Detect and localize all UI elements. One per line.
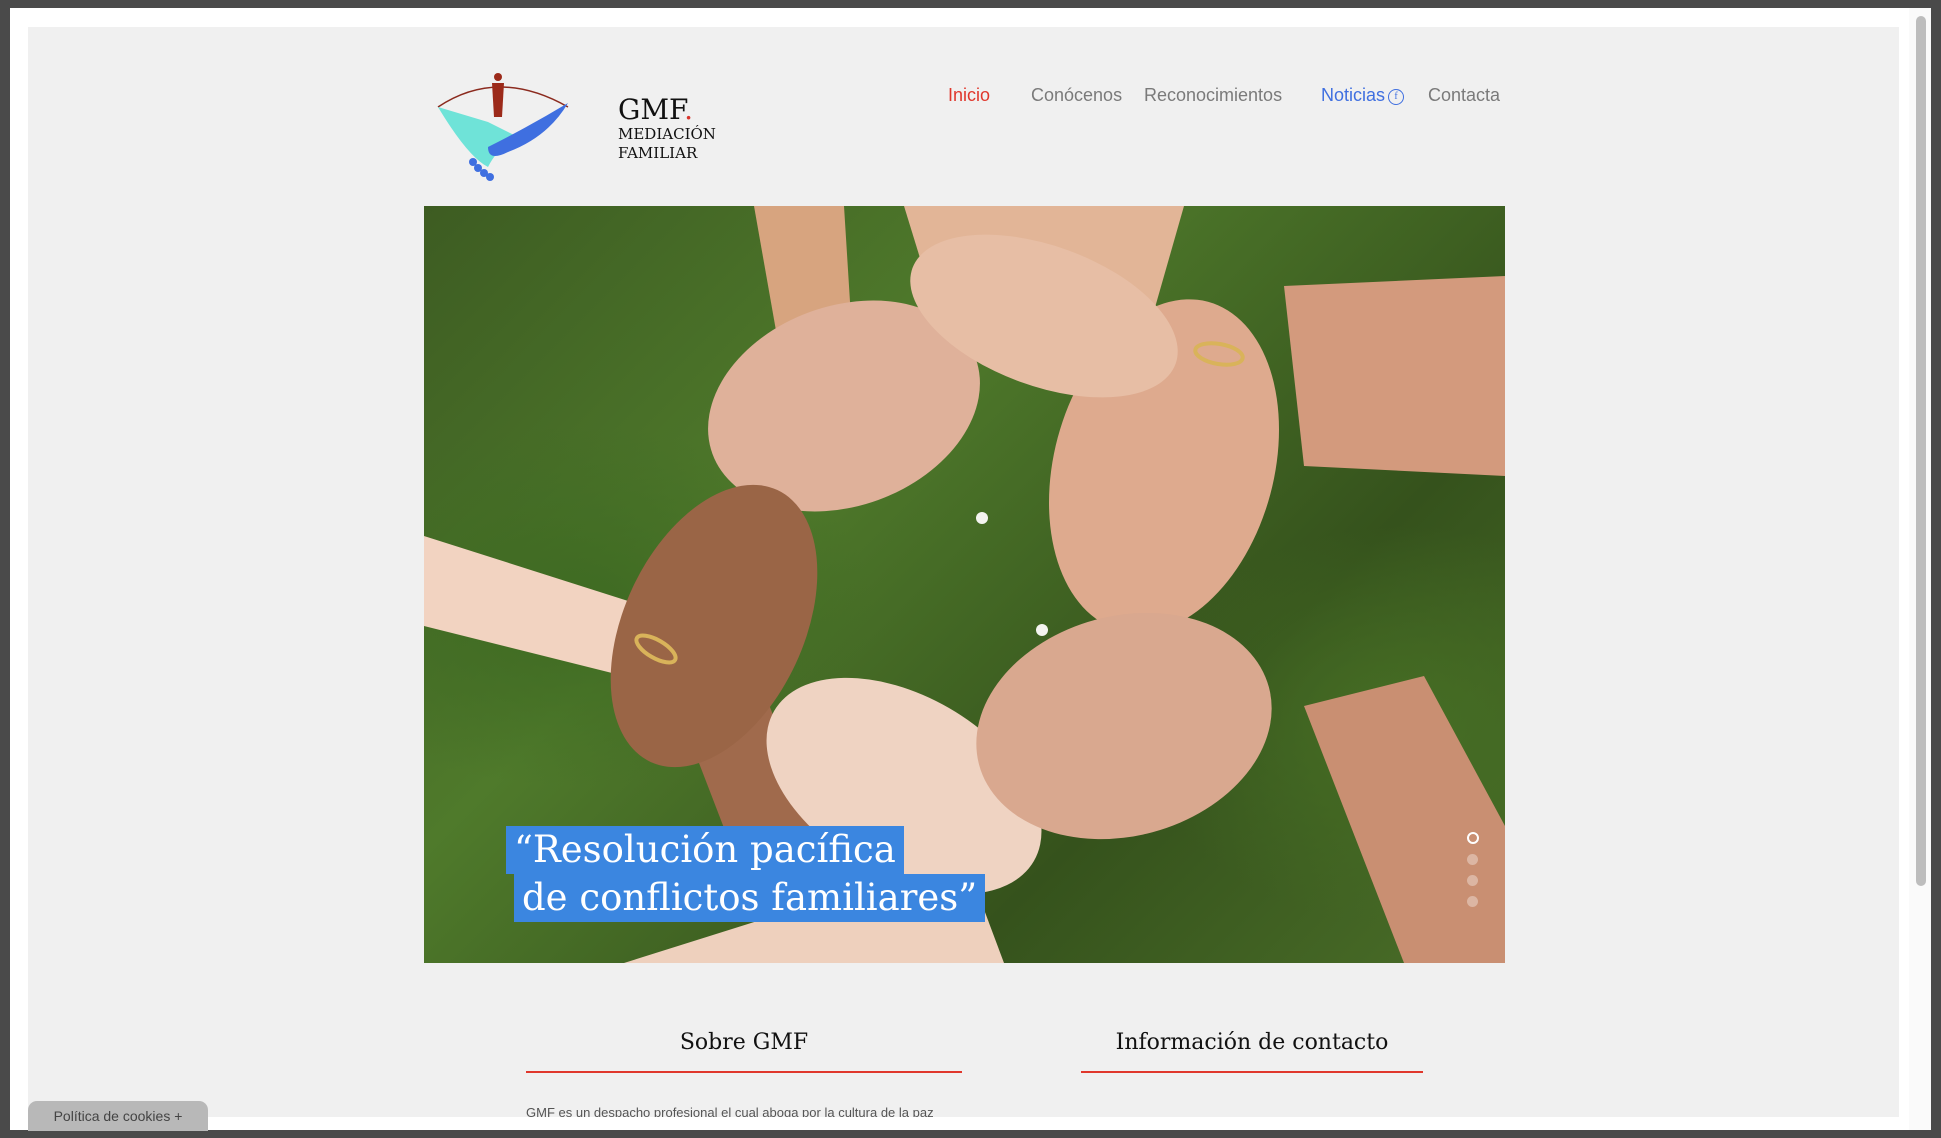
facebook-icon[interactable]: f	[1388, 89, 1405, 105]
scrollbar[interactable]	[1909, 8, 1931, 1130]
slider-dot-2[interactable]	[1467, 854, 1478, 865]
about-title-rule	[526, 1071, 962, 1073]
page-content: GMF. MEDIACIÓN FAMILIAR Inicio Conócenos…	[28, 27, 1899, 1117]
nav-item-conocenos[interactable]: Conócenos	[1031, 85, 1122, 106]
slider-dot-3[interactable]	[1467, 875, 1478, 886]
browser-window: GMF. MEDIACIÓN FAMILIAR Inicio Conócenos…	[10, 8, 1931, 1130]
slider-pagination	[1467, 832, 1481, 917]
nav-item-noticias-label: Noticias	[1321, 85, 1386, 105]
nav-item-contacta[interactable]: Contacta	[1428, 85, 1500, 106]
slider-dot-1[interactable]	[1467, 832, 1479, 844]
slider-dot-4[interactable]	[1467, 896, 1478, 907]
about-text: GMF es un despacho profesional el cual a…	[526, 1105, 934, 1117]
about-title: Sobre GMF	[679, 1030, 809, 1055]
hero-quote: “Resolución pacífica de conflictos famil…	[506, 826, 986, 922]
contact-title: Información de contacto	[1115, 1030, 1389, 1055]
brand-line-1: MEDIACIÓN	[618, 125, 716, 143]
brand-line-2: FAMILIAR	[618, 144, 698, 162]
nav-item-inicio[interactable]: Inicio	[948, 85, 990, 106]
main-nav: Inicio Conócenos Reconocimientos Noticia…	[28, 85, 1899, 115]
nav-item-noticias[interactable]: Noticias f	[1321, 85, 1405, 106]
nav-item-reconocimientos[interactable]: Reconocimientos	[1144, 85, 1282, 106]
hero-quote-line-1: “Resolución pacífica	[506, 826, 904, 874]
contact-title-rule	[1081, 1071, 1423, 1073]
scrollbar-thumb[interactable]	[1916, 16, 1926, 886]
hero-quote-line-2: de conflictos familiares”	[514, 874, 986, 922]
cookie-policy-tab[interactable]: Política de cookies +	[28, 1101, 208, 1131]
hero-slider[interactable]: “Resolución pacífica de conflictos famil…	[424, 206, 1505, 963]
